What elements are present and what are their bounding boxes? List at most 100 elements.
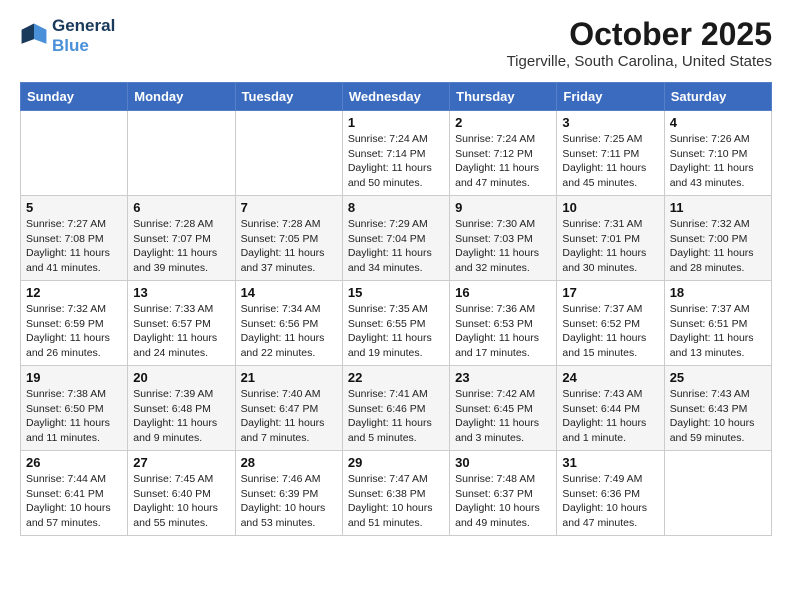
day-number: 6 [133, 200, 229, 215]
calendar-cell: 3 Sunrise: 7:25 AM Sunset: 7:11 PM Daylig… [557, 111, 664, 196]
day-info: Sunrise: 7:29 AM Sunset: 7:04 PM Dayligh… [348, 217, 444, 276]
calendar-cell: 21 Sunrise: 7:40 AM Sunset: 6:47 PM Dayli… [235, 366, 342, 451]
day-number: 12 [26, 285, 122, 300]
calendar-cell [128, 111, 235, 196]
day-info: Sunrise: 7:43 AM Sunset: 6:44 PM Dayligh… [562, 387, 658, 446]
day-number: 31 [562, 455, 658, 470]
logo-text: General Blue [52, 16, 115, 56]
calendar-week-row: 5Sunrise: 7:27 AM Sunset: 7:08 PM Daylig… [21, 196, 772, 281]
day-info: Sunrise: 7:32 AM Sunset: 6:59 PM Dayligh… [26, 302, 122, 361]
calendar-cell: 30 Sunrise: 7:48 AM Sunset: 6:37 PM Dayli… [450, 451, 557, 536]
day-info: Sunrise: 7:32 AM Sunset: 7:00 PM Dayligh… [670, 217, 766, 276]
month-title: October 2025 [507, 16, 772, 53]
day-number: 23 [455, 370, 551, 385]
day-number: 21 [241, 370, 337, 385]
day-number: 29 [348, 455, 444, 470]
calendar-cell: 29 Sunrise: 7:47 AM Sunset: 6:38 PM Dayli… [342, 451, 449, 536]
calendar-cell: 5Sunrise: 7:27 AM Sunset: 7:08 PM Daylig… [21, 196, 128, 281]
calendar-cell [21, 111, 128, 196]
day-number: 9 [455, 200, 551, 215]
location: Tigerville, South Carolina, United State… [507, 53, 772, 70]
day-info: Sunrise: 7:38 AM Sunset: 6:50 PM Dayligh… [26, 387, 122, 446]
day-number: 8 [348, 200, 444, 215]
logo-icon [20, 22, 48, 50]
day-number: 28 [241, 455, 337, 470]
day-info: Sunrise: 7:39 AM Sunset: 6:48 PM Dayligh… [133, 387, 229, 446]
calendar-cell: 13Sunrise: 7:33 AM Sunset: 6:57 PM Dayli… [128, 281, 235, 366]
calendar-cell: 11 Sunrise: 7:32 AM Sunset: 7:00 PM Dayli… [664, 196, 771, 281]
calendar-cell: 9 Sunrise: 7:30 AM Sunset: 7:03 PM Daylig… [450, 196, 557, 281]
day-number: 3 [562, 115, 658, 130]
day-info: Sunrise: 7:40 AM Sunset: 6:47 PM Dayligh… [241, 387, 337, 446]
logo: General Blue [20, 16, 115, 56]
calendar-cell: 24 Sunrise: 7:43 AM Sunset: 6:44 PM Dayli… [557, 366, 664, 451]
day-number: 14 [241, 285, 337, 300]
day-info: Sunrise: 7:37 AM Sunset: 6:51 PM Dayligh… [670, 302, 766, 361]
weekday-header: Monday [128, 83, 235, 111]
day-number: 1 [348, 115, 444, 130]
calendar-cell: 2Sunrise: 7:24 AM Sunset: 7:12 PM Daylig… [450, 111, 557, 196]
weekday-header: Tuesday [235, 83, 342, 111]
calendar-cell: 26 Sunrise: 7:44 AM Sunset: 6:41 PM Dayli… [21, 451, 128, 536]
day-info: Sunrise: 7:24 AM Sunset: 7:12 PM Dayligh… [455, 132, 551, 191]
day-info: Sunrise: 7:28 AM Sunset: 7:05 PM Dayligh… [241, 217, 337, 276]
calendar-cell: 31 Sunrise: 7:49 AM Sunset: 6:36 PM Dayli… [557, 451, 664, 536]
day-number: 4 [670, 115, 766, 130]
page-header: General Blue October 2025 Tigerville, So… [20, 16, 772, 70]
day-number: 26 [26, 455, 122, 470]
day-number: 15 [348, 285, 444, 300]
day-number: 19 [26, 370, 122, 385]
calendar-week-row: 19 Sunrise: 7:38 AM Sunset: 6:50 PM Dayli… [21, 366, 772, 451]
day-info: Sunrise: 7:41 AM Sunset: 6:46 PM Dayligh… [348, 387, 444, 446]
day-info: Sunrise: 7:34 AM Sunset: 6:56 PM Dayligh… [241, 302, 337, 361]
calendar-table: SundayMondayTuesdayWednesdayThursdayFrid… [20, 82, 772, 536]
weekday-header: Thursday [450, 83, 557, 111]
day-number: 22 [348, 370, 444, 385]
day-info: Sunrise: 7:30 AM Sunset: 7:03 PM Dayligh… [455, 217, 551, 276]
day-number: 10 [562, 200, 658, 215]
calendar-cell: 10Sunrise: 7:31 AM Sunset: 7:01 PM Dayli… [557, 196, 664, 281]
day-info: Sunrise: 7:28 AM Sunset: 7:07 PM Dayligh… [133, 217, 229, 276]
calendar-cell: 14 Sunrise: 7:34 AM Sunset: 6:56 PM Dayli… [235, 281, 342, 366]
day-info: Sunrise: 7:48 AM Sunset: 6:37 PM Dayligh… [455, 472, 551, 531]
calendar-cell: 16Sunrise: 7:36 AM Sunset: 6:53 PM Dayli… [450, 281, 557, 366]
calendar-cell [664, 451, 771, 536]
calendar-cell: 17 Sunrise: 7:37 AM Sunset: 6:52 PM Dayli… [557, 281, 664, 366]
calendar-cell: 20 Sunrise: 7:39 AM Sunset: 6:48 PM Dayli… [128, 366, 235, 451]
weekday-header: Wednesday [342, 83, 449, 111]
calendar-week-row: 12 Sunrise: 7:32 AM Sunset: 6:59 PM Dayli… [21, 281, 772, 366]
day-number: 7 [241, 200, 337, 215]
day-info: Sunrise: 7:37 AM Sunset: 6:52 PM Dayligh… [562, 302, 658, 361]
day-number: 25 [670, 370, 766, 385]
day-info: Sunrise: 7:42 AM Sunset: 6:45 PM Dayligh… [455, 387, 551, 446]
weekday-header: Friday [557, 83, 664, 111]
day-info: Sunrise: 7:45 AM Sunset: 6:40 PM Dayligh… [133, 472, 229, 531]
calendar-cell: 18Sunrise: 7:37 AM Sunset: 6:51 PM Dayli… [664, 281, 771, 366]
calendar-cell: 28Sunrise: 7:46 AM Sunset: 6:39 PM Dayli… [235, 451, 342, 536]
calendar-week-row: 1 Sunrise: 7:24 AM Sunset: 7:14 PM Daylig… [21, 111, 772, 196]
day-number: 30 [455, 455, 551, 470]
day-number: 27 [133, 455, 229, 470]
calendar-cell: 4 Sunrise: 7:26 AM Sunset: 7:10 PM Daylig… [664, 111, 771, 196]
calendar-cell: 8 Sunrise: 7:29 AM Sunset: 7:04 PM Daylig… [342, 196, 449, 281]
calendar-cell: 22 Sunrise: 7:41 AM Sunset: 6:46 PM Dayli… [342, 366, 449, 451]
calendar-week-row: 26 Sunrise: 7:44 AM Sunset: 6:41 PM Dayli… [21, 451, 772, 536]
calendar-cell: 12 Sunrise: 7:32 AM Sunset: 6:59 PM Dayli… [21, 281, 128, 366]
day-info: Sunrise: 7:49 AM Sunset: 6:36 PM Dayligh… [562, 472, 658, 531]
title-block: October 2025 Tigerville, South Carolina,… [507, 16, 772, 70]
calendar-cell: 23 Sunrise: 7:42 AM Sunset: 6:45 PM Dayli… [450, 366, 557, 451]
calendar-cell: 27 Sunrise: 7:45 AM Sunset: 6:40 PM Dayli… [128, 451, 235, 536]
day-number: 11 [670, 200, 766, 215]
day-info: Sunrise: 7:44 AM Sunset: 6:41 PM Dayligh… [26, 472, 122, 531]
day-number: 20 [133, 370, 229, 385]
day-number: 17 [562, 285, 658, 300]
day-info: Sunrise: 7:24 AM Sunset: 7:14 PM Dayligh… [348, 132, 444, 191]
weekday-header: Saturday [664, 83, 771, 111]
calendar-cell: 1 Sunrise: 7:24 AM Sunset: 7:14 PM Daylig… [342, 111, 449, 196]
day-info: Sunrise: 7:25 AM Sunset: 7:11 PM Dayligh… [562, 132, 658, 191]
day-info: Sunrise: 7:47 AM Sunset: 6:38 PM Dayligh… [348, 472, 444, 531]
day-info: Sunrise: 7:26 AM Sunset: 7:10 PM Dayligh… [670, 132, 766, 191]
day-info: Sunrise: 7:27 AM Sunset: 7:08 PM Dayligh… [26, 217, 122, 276]
day-number: 24 [562, 370, 658, 385]
day-info: Sunrise: 7:33 AM Sunset: 6:57 PM Dayligh… [133, 302, 229, 361]
